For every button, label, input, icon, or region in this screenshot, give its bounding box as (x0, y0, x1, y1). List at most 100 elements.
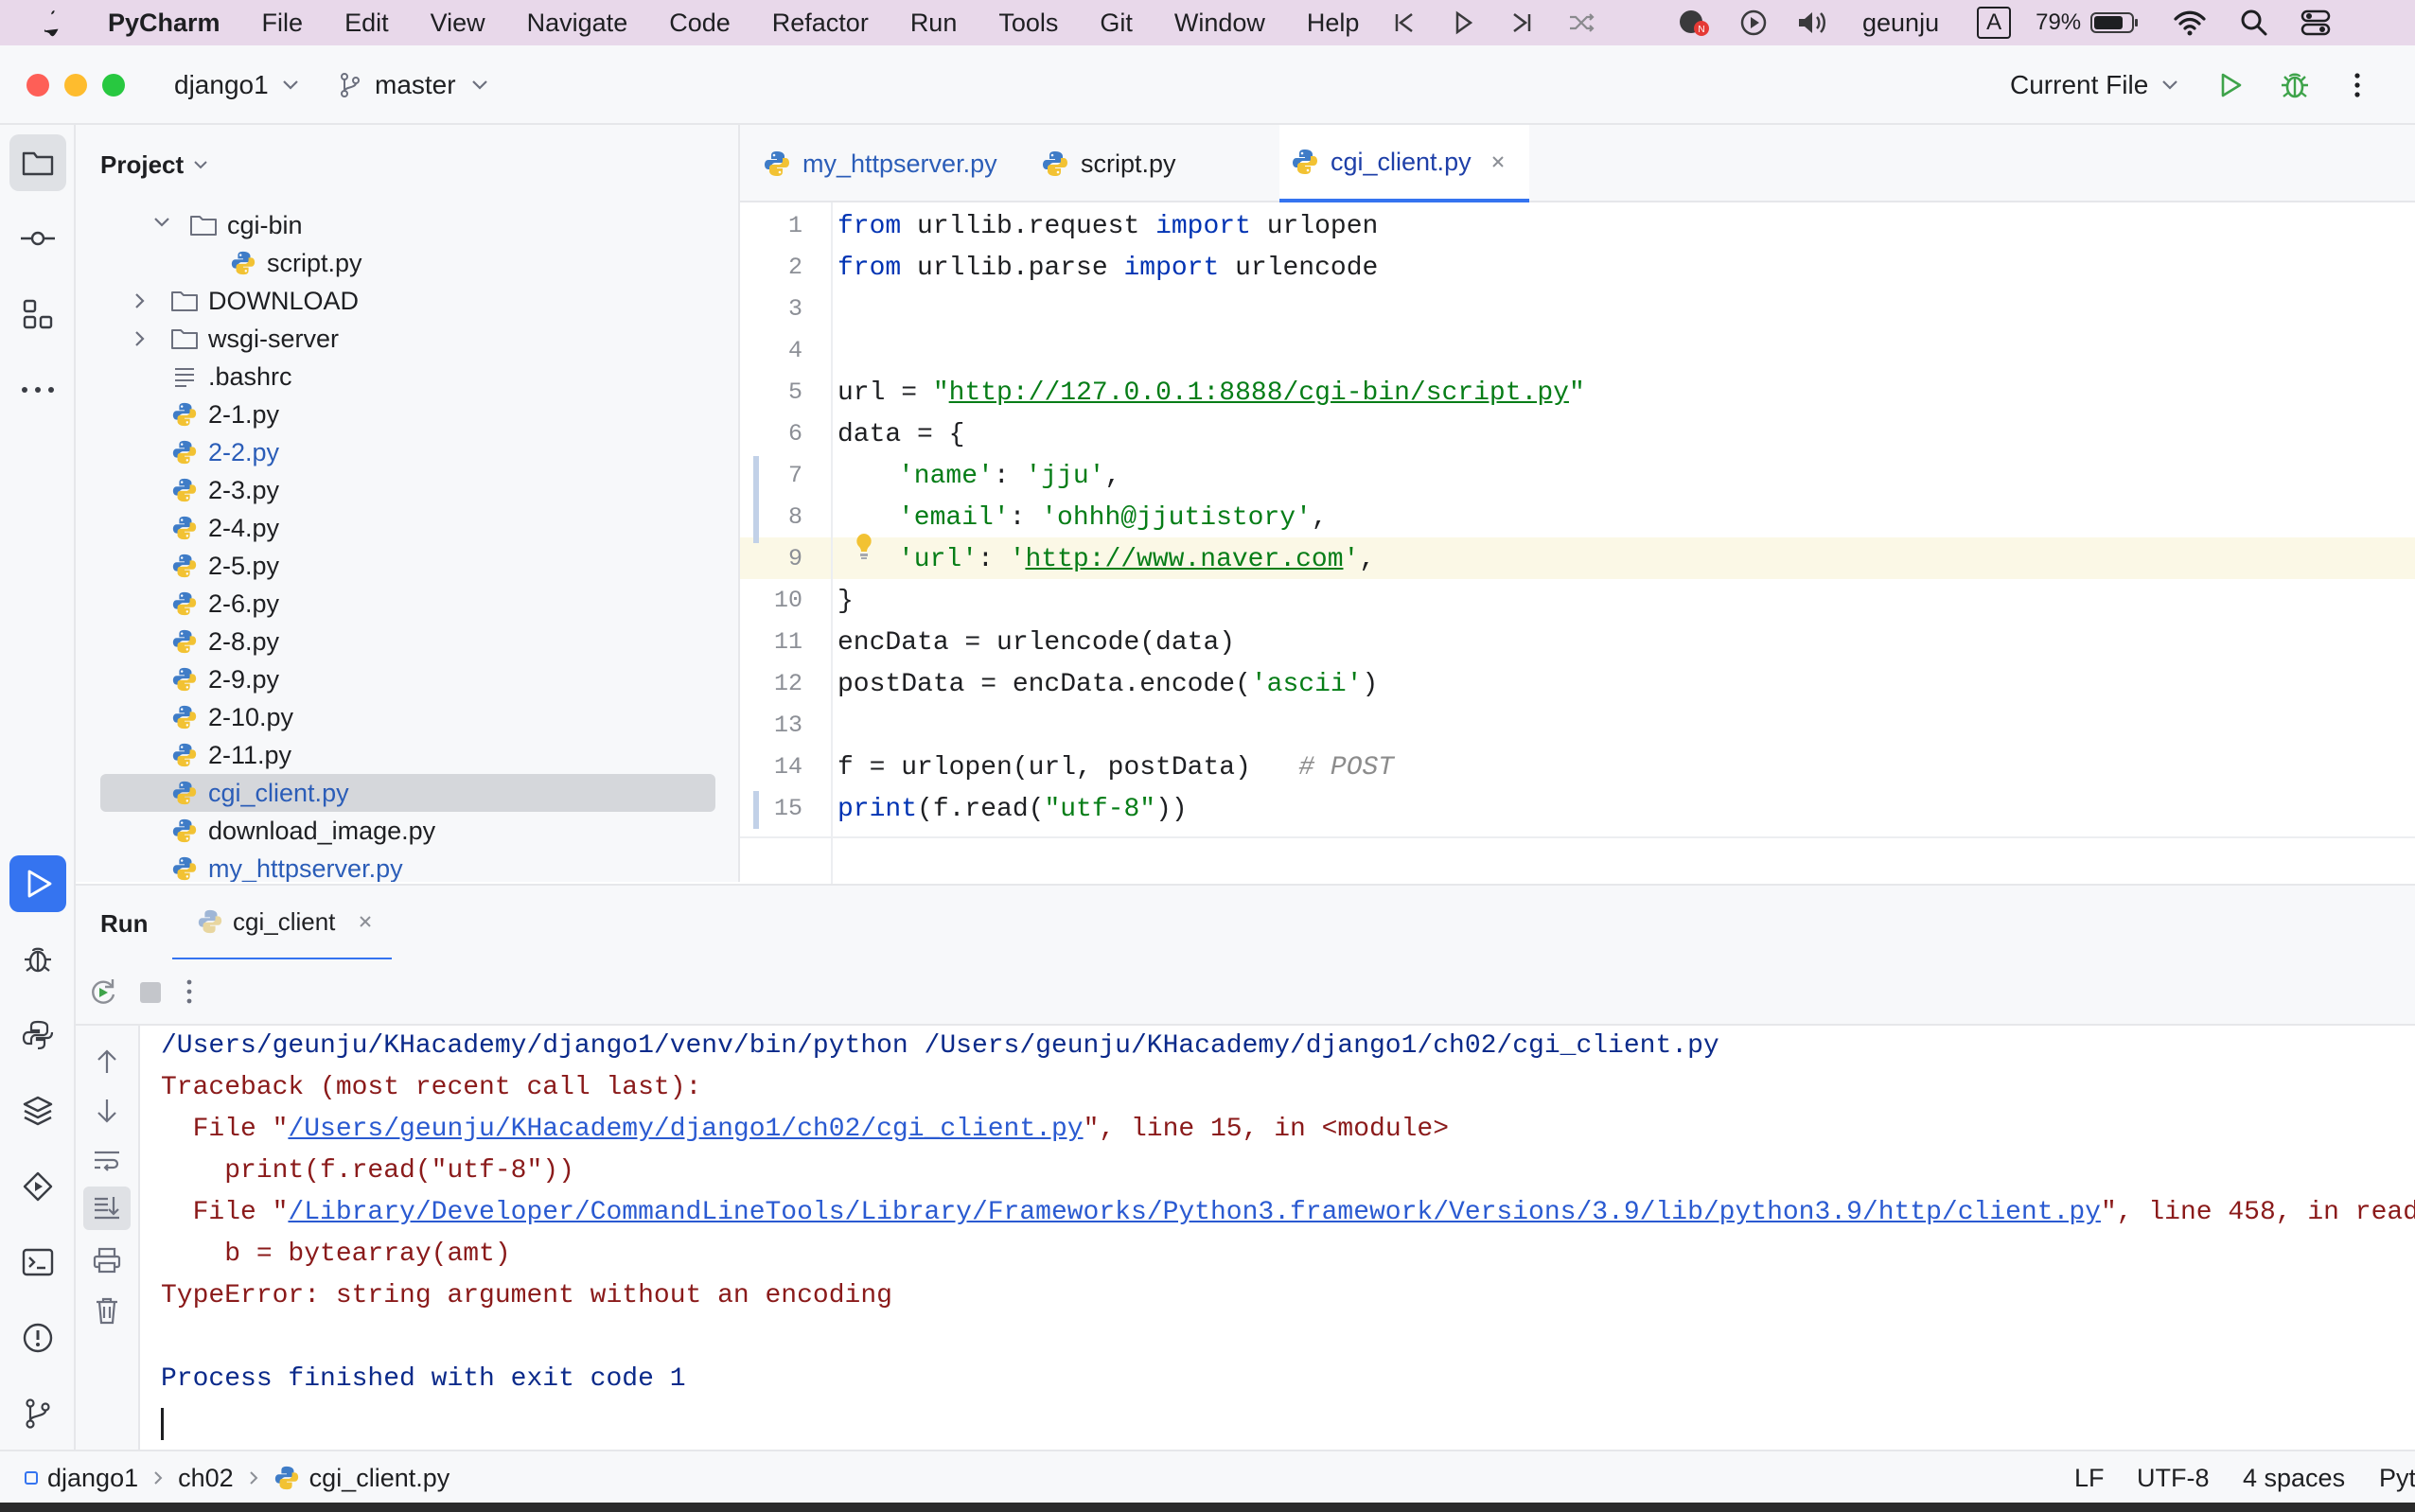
tree-file-item[interactable]: 2-9.py (170, 660, 279, 698)
input-source-badge[interactable]: A (1977, 7, 2012, 39)
tree-file-item[interactable]: 2-11.py (170, 736, 291, 774)
tree-folder-item[interactable]: wsgi-server (135, 320, 339, 358)
project-tool-icon[interactable] (9, 134, 66, 191)
code-editor[interactable]: 1 2 3 4 5 6 7 8 9 10 11 12 13 14 15 from urllib.reques… (740, 202, 2415, 884)
run-configuration-selector[interactable]: Current File (2010, 45, 2178, 125)
tab-script[interactable]: script.py (1041, 125, 1176, 202)
tab-my-httpserver[interactable]: my_httpserver.py (763, 125, 997, 202)
menu-window[interactable]: Window (1154, 9, 1286, 38)
more-actions-icon[interactable] (2353, 45, 2362, 125)
maximize-window-button[interactable] (102, 74, 125, 97)
services-icon[interactable] (9, 1158, 66, 1215)
breadcrumb-file[interactable]: cgi_client.py (309, 1464, 450, 1493)
run-tab-cgi-client[interactable]: cgi_client (172, 886, 392, 961)
project-panel-title[interactable]: Project (100, 125, 208, 204)
structure-tool-icon[interactable] (9, 286, 66, 343)
menu-refactor[interactable]: Refactor (751, 9, 890, 38)
tree-file-item[interactable]: 2-10.py (170, 698, 293, 736)
tree-file-item[interactable]: .bashrc (170, 358, 292, 396)
arrow-up-icon[interactable] (95, 1048, 119, 1075)
chat-notification-icon[interactable]: N (1677, 8, 1711, 38)
commit-tool-icon[interactable] (9, 210, 66, 267)
breadcrumb-folder[interactable]: ch02 (178, 1464, 234, 1493)
tree-file-item[interactable]: 2-5.py (170, 547, 279, 585)
breadcrumb-project[interactable]: django1 (47, 1464, 138, 1493)
rerun-icon[interactable] (87, 976, 119, 1009)
run-button[interactable] (2216, 45, 2245, 125)
next-track-icon[interactable] (1508, 9, 1535, 36)
spotlight-search-icon[interactable] (2240, 9, 2268, 37)
menu-file[interactable]: File (241, 9, 325, 38)
shuffle-icon[interactable] (1567, 9, 1595, 36)
python-console-icon[interactable] (9, 1007, 66, 1064)
chevron-right-icon[interactable] (134, 330, 146, 347)
tree-folder-item[interactable]: cgi-bin (154, 206, 303, 244)
run-console-output[interactable]: /Users/geunju/KHacademy/django1/venv/bin… (142, 1026, 2415, 1450)
chevron-down-icon[interactable] (153, 217, 170, 228)
traceback-file-link[interactable]: /Library/Developer/CommandLineTools/Libr… (288, 1198, 2101, 1227)
close-tab-icon[interactable] (1490, 154, 1506, 169)
trash-icon[interactable] (95, 1296, 119, 1325)
print-icon[interactable] (93, 1247, 121, 1274)
tree-file-item[interactable]: 2-6.py (170, 585, 279, 623)
previous-track-icon[interactable] (1391, 9, 1418, 36)
battery-icon[interactable] (2090, 10, 2140, 35)
terminal-icon[interactable] (9, 1234, 66, 1291)
media-play-icon[interactable] (1739, 9, 1768, 37)
project-name: django1 (174, 70, 269, 99)
indent-widget[interactable]: 4 spaces (2243, 1451, 2345, 1504)
more-options-icon[interactable] (185, 978, 193, 1005)
git-tool-icon[interactable] (9, 1385, 66, 1442)
soft-wrap-icon[interactable] (93, 1149, 121, 1173)
tree-file-item[interactable]: 2-3.py (170, 471, 279, 509)
python-file-icon (170, 438, 199, 466)
chevron-right-icon[interactable] (134, 292, 146, 309)
traceback-file-link[interactable]: /Users/geunju/KHacademy/django1/ch02/cgi… (288, 1115, 1083, 1144)
minimize-window-button[interactable] (64, 74, 87, 97)
menu-code[interactable]: Code (648, 9, 751, 38)
line-separator-widget[interactable]: LF (2074, 1451, 2105, 1504)
tree-folder-item[interactable]: DOWNLOAD (135, 282, 359, 320)
python-packages-icon[interactable] (9, 1082, 66, 1139)
menu-help[interactable]: Help (1286, 9, 1381, 38)
menu-edit[interactable]: Edit (324, 9, 410, 38)
encoding-widget[interactable]: UTF-8 (2137, 1451, 2210, 1504)
control-center-icon[interactable] (2300, 9, 2331, 37)
menu-run[interactable]: Run (890, 9, 978, 38)
close-window-button[interactable] (26, 74, 49, 97)
tree-file-item[interactable]: script.py (229, 244, 362, 282)
problems-icon[interactable] (9, 1310, 66, 1366)
menu-user[interactable]: geunju (1862, 9, 1939, 38)
menu-navigate[interactable]: Navigate (506, 9, 649, 38)
interpreter-widget[interactable]: Pyt (2379, 1451, 2415, 1504)
debug-button[interactable] (2279, 45, 2311, 125)
menu-tools[interactable]: Tools (978, 9, 1079, 38)
menu-app-name[interactable]: PyCharm (87, 9, 241, 38)
tree-file-item[interactable]: 2-2.py (170, 433, 279, 471)
tree-file-item[interactable]: 2-4.py (170, 509, 279, 547)
menu-git[interactable]: Git (1079, 9, 1154, 38)
arrow-down-icon[interactable] (95, 1098, 119, 1124)
tree-file-item[interactable]: 2-8.py (170, 623, 279, 660)
tree-file-item[interactable]: 2-1.py (170, 396, 279, 433)
play-icon[interactable] (1450, 9, 1476, 36)
close-tab-icon[interactable] (358, 914, 373, 929)
change-marker (753, 456, 759, 543)
run-tool-icon[interactable] (9, 855, 66, 912)
tab-cgi-client[interactable]: cgi_client.py (1279, 125, 1529, 202)
tree-file-item[interactable]: download_image.py (170, 812, 435, 850)
more-tools-icon[interactable] (9, 361, 66, 418)
python-file-icon (229, 249, 257, 277)
branch-selector[interactable]: master (339, 45, 488, 125)
tree-file-item[interactable]: cgi_client.py (170, 774, 349, 812)
project-selector[interactable]: django1 (174, 45, 299, 125)
menu-view[interactable]: View (410, 9, 506, 38)
scroll-to-end-button[interactable] (83, 1187, 131, 1230)
wifi-icon[interactable] (2174, 9, 2206, 36)
tree-item-label: 2-4.py (208, 513, 280, 542)
volume-icon[interactable] (1796, 9, 1830, 37)
apple-icon[interactable] (0, 8, 87, 38)
tree-file-item[interactable]: my_httpserver.py (170, 850, 403, 882)
debug-tool-icon[interactable] (9, 931, 66, 988)
stop-icon[interactable] (140, 982, 161, 1003)
